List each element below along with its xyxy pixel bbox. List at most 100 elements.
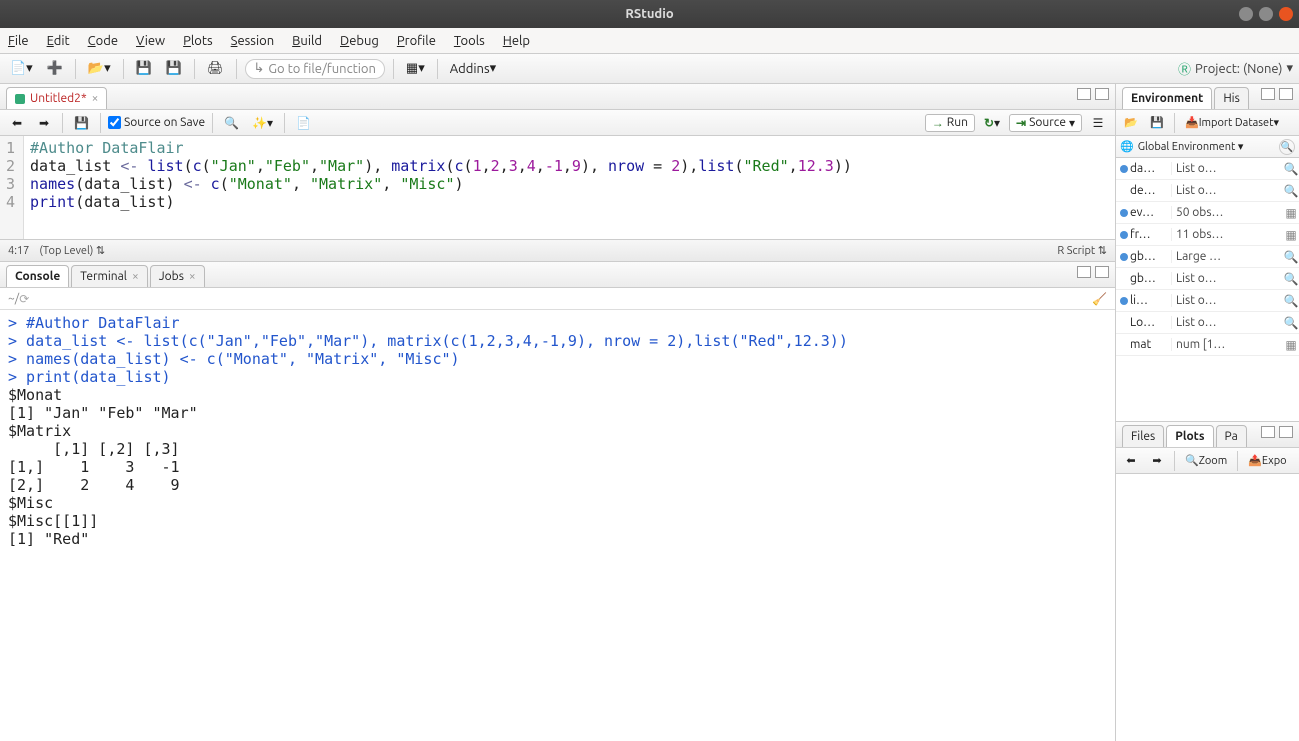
console-tabs: ConsoleTerminal×Jobs× (0, 262, 1115, 288)
new-file-button[interactable]: 📄▾ (6, 58, 37, 80)
maximize-pane-icon[interactable] (1095, 266, 1109, 278)
separator (236, 59, 237, 79)
plot-forward-button[interactable]: ➡ (1146, 450, 1168, 472)
minimize-pane-icon[interactable] (1077, 88, 1091, 100)
compile-report-button[interactable]: 📄 (292, 112, 315, 134)
menu-plots[interactable]: Plots (183, 34, 213, 48)
search-environment-button[interactable]: 🔍 (1279, 139, 1295, 155)
menu-session[interactable]: Session (231, 34, 274, 48)
console-output[interactable]: > #Author DataFlair> data_list <- list(c… (0, 310, 1115, 741)
open-file-button[interactable]: 📂▾ (84, 58, 115, 80)
env-row[interactable]: gb…List o…🔍 (1116, 268, 1299, 290)
inspect-icon[interactable]: 🔍 (1283, 162, 1299, 176)
separator (437, 59, 438, 79)
clear-console-icon[interactable]: 🧹 (1092, 292, 1107, 306)
source-statusbar: 4:17 (Top Level) ⇅ R Script ⇅ (0, 239, 1115, 261)
source-on-save-checkbox[interactable]: Source on Save (108, 116, 205, 129)
menu-build[interactable]: Build (292, 34, 322, 48)
source-editor[interactable]: 1234 #Author DataFlairdata_list <- list(… (0, 136, 1115, 239)
separator (194, 59, 195, 79)
forward-button[interactable]: ➡ (33, 112, 55, 134)
maximize-pane-icon[interactable] (1279, 88, 1293, 100)
close-button[interactable] (1279, 7, 1293, 21)
tab-plots[interactable]: Plots (1166, 425, 1213, 447)
zoom-button[interactable]: 🔍 Zoom (1181, 450, 1231, 472)
maximize-pane-icon[interactable] (1279, 426, 1293, 438)
back-button[interactable]: ⬅ (6, 112, 28, 134)
print-button[interactable]: 🖨 (203, 58, 228, 80)
env-row[interactable]: matnum [1…▦ (1116, 334, 1299, 356)
separator (123, 59, 124, 79)
wand-button[interactable]: ✨▾ (248, 112, 277, 134)
save-all-button[interactable]: 💾 (162, 58, 186, 80)
export-button[interactable]: 📤 Expo (1244, 450, 1290, 472)
minimize-button[interactable] (1239, 7, 1253, 21)
save-button[interactable]: 💾 (132, 58, 156, 80)
inspect-icon[interactable]: 🔍 (1283, 250, 1299, 264)
tab-environment[interactable]: Environment (1122, 87, 1212, 109)
menu-tools[interactable]: Tools (454, 34, 485, 48)
menu-file[interactable]: File (8, 34, 29, 48)
import-dataset-button[interactable]: 📥 Import Dataset ▾ (1181, 112, 1283, 134)
tab-console[interactable]: Console (6, 265, 69, 287)
env-row[interactable]: Lo…List o…🔍 (1116, 312, 1299, 334)
inspect-icon[interactable]: 🔍 (1283, 184, 1299, 198)
goto-file-input[interactable]: ↳ Go to file/function (245, 59, 385, 79)
project-menu[interactable]: Ⓡ Project: (None) ▾ (1178, 59, 1293, 78)
menu-view[interactable]: View (136, 34, 165, 48)
outline-button[interactable]: ☰ (1087, 112, 1109, 134)
scope-selector[interactable]: (Top Level) ⇅ (39, 244, 105, 257)
env-row[interactable]: da…List o…🔍 (1116, 158, 1299, 180)
environment-scope: 🌐 Global Environment ▾ 🔍 (1116, 136, 1299, 158)
inspect-icon[interactable]: 🔍 (1283, 272, 1299, 286)
file-type-selector[interactable]: R Script ⇅ (1057, 244, 1107, 257)
r-logo-icon: Ⓡ (1178, 59, 1191, 78)
find-button[interactable]: 🔍 (220, 112, 243, 134)
addins-button[interactable]: Addins ▾ (446, 58, 500, 80)
minimize-pane-icon[interactable] (1077, 266, 1091, 278)
env-row[interactable]: li…List o…🔍 (1116, 290, 1299, 312)
minimize-pane-icon[interactable] (1261, 426, 1275, 438)
inspect-icon[interactable]: ▦ (1283, 338, 1299, 352)
env-row[interactable]: de…List o…🔍 (1116, 180, 1299, 202)
inspect-icon[interactable]: 🔍 (1283, 294, 1299, 308)
tab-his[interactable]: His (1214, 87, 1249, 109)
close-tab-icon[interactable]: × (189, 270, 196, 283)
inspect-icon[interactable]: ▦ (1283, 228, 1299, 242)
source-toolbar: ⬅ ➡ 💾 Source on Save 🔍 ✨▾ 📄 →Run ↻▾ (0, 110, 1115, 136)
tab-files[interactable]: Files (1122, 425, 1164, 447)
new-project-button[interactable]: ➕ (43, 58, 67, 80)
run-button[interactable]: →Run (925, 114, 975, 132)
tab-terminal[interactable]: Terminal× (71, 265, 148, 287)
maximize-pane-icon[interactable] (1095, 88, 1109, 100)
env-row[interactable]: fr…11 obs…▦ (1116, 224, 1299, 246)
tab-jobs[interactable]: Jobs× (150, 265, 205, 287)
plot-back-button[interactable]: ⬅ (1120, 450, 1142, 472)
menu-help[interactable]: Help (503, 34, 530, 48)
inspect-icon[interactable]: 🔍 (1283, 316, 1299, 330)
source-tab[interactable]: Untitled2* × (6, 87, 107, 109)
close-tab-icon[interactable]: × (132, 270, 139, 283)
source-button[interactable]: ⇥Source ▾ (1009, 114, 1082, 132)
separator (75, 59, 76, 79)
menu-code[interactable]: Code (88, 34, 118, 48)
env-row[interactable]: ev…50 obs…▦ (1116, 202, 1299, 224)
rerun-button[interactable]: ↻▾ (980, 112, 1004, 134)
menu-profile[interactable]: Profile (397, 34, 436, 48)
save-source-button[interactable]: 💾 (70, 112, 93, 134)
tab-pa[interactable]: Pa (1216, 425, 1247, 447)
grid-button[interactable]: ▦▾ (402, 58, 429, 80)
load-workspace-button[interactable]: 📂 (1120, 112, 1142, 134)
save-workspace-button[interactable]: 💾 (1146, 112, 1168, 134)
menu-edit[interactable]: Edit (47, 34, 70, 48)
plot-area (1116, 474, 1299, 741)
menubar: File Edit Code View Plots Session Build Debug Pr… (0, 28, 1299, 54)
env-row[interactable]: gb…Large …🔍 (1116, 246, 1299, 268)
scope-selector[interactable]: Global Environment ▾ (1138, 140, 1244, 153)
goto-file-placeholder: Go to file/function (268, 62, 375, 76)
maximize-button[interactable] (1259, 7, 1273, 21)
inspect-icon[interactable]: ▦ (1283, 206, 1299, 220)
close-tab-icon[interactable]: × (92, 92, 99, 105)
menu-debug[interactable]: Debug (340, 34, 379, 48)
minimize-pane-icon[interactable] (1261, 88, 1275, 100)
